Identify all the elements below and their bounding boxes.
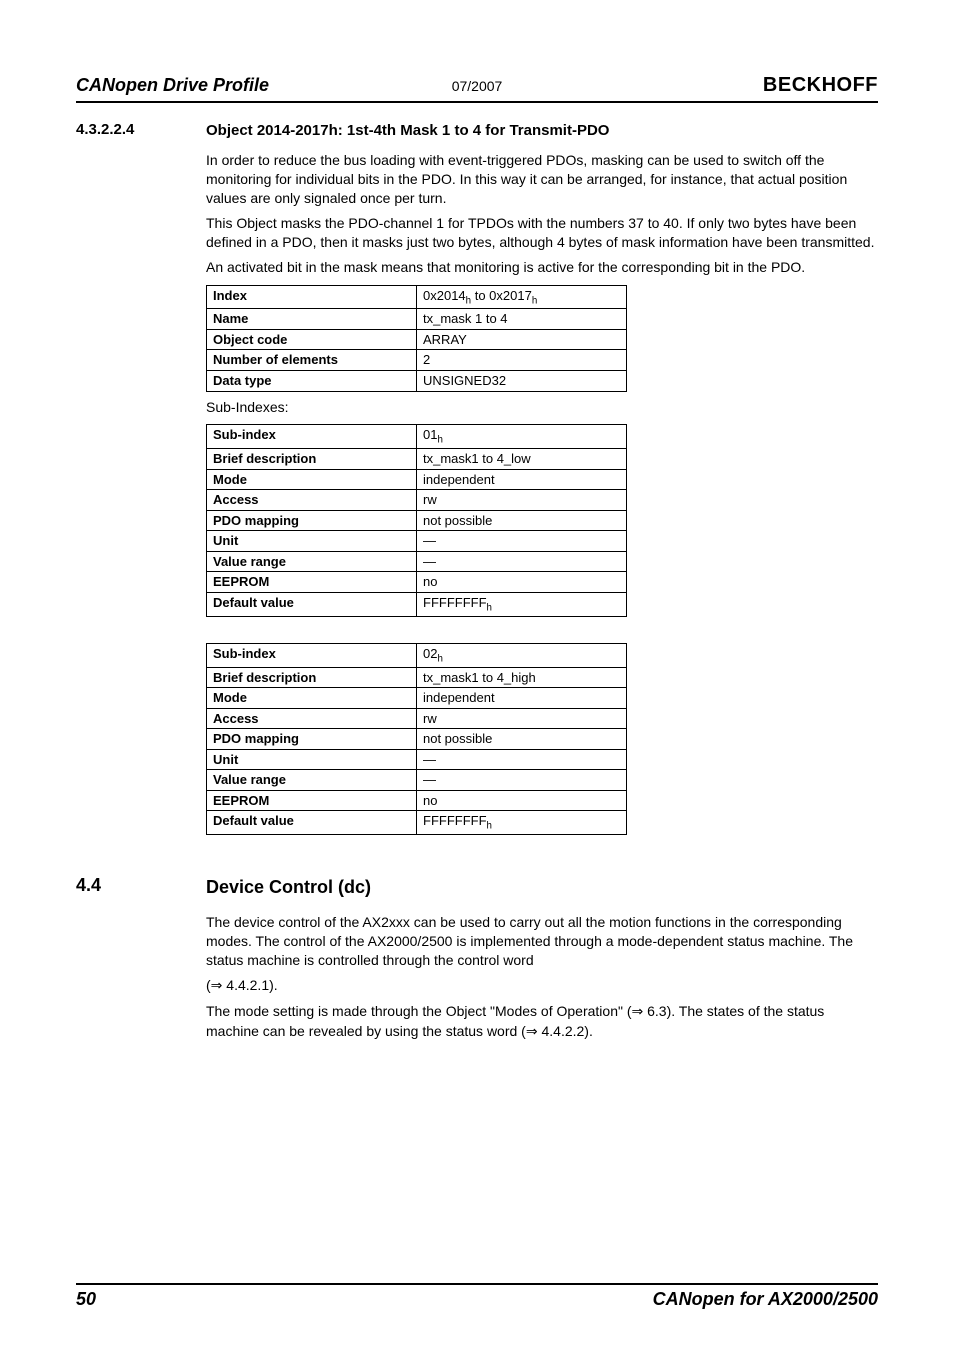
cell-label: Index xyxy=(207,285,417,309)
table-row: PDO mappingnot possible xyxy=(207,729,627,750)
table-row: Default valueFFFFFFFFh xyxy=(207,593,627,617)
table-row: Index 0x2014h to 0x2017h xyxy=(207,285,627,309)
arrow-icon: ⇒ xyxy=(211,978,223,994)
arrow-icon: ⇒ xyxy=(632,1004,644,1020)
table-row: Number of elements 2 xyxy=(207,350,627,371)
table-row: EEPROMno xyxy=(207,572,627,593)
table-row: PDO mappingnot possible xyxy=(207,510,627,531)
cell-value: UNSIGNED32 xyxy=(417,370,627,391)
table-row: Brief descriptiontx_mask1 to 4_high xyxy=(207,667,627,688)
table-row: EEPROMno xyxy=(207,790,627,811)
cell-value: ARRAY xyxy=(417,329,627,350)
section-number-44: 4.4 xyxy=(76,875,206,1048)
table-row: Value range— xyxy=(207,551,627,572)
paragraph: An activated bit in the mask means that … xyxy=(206,258,878,277)
table-row: Object code ARRAY xyxy=(207,329,627,350)
arrow-icon: ⇒ xyxy=(526,1024,538,1040)
table-row: Modeindependent xyxy=(207,688,627,709)
table-row: Value range— xyxy=(207,770,627,791)
table-row: Unit— xyxy=(207,531,627,552)
table-row: Accessrw xyxy=(207,708,627,729)
table-row: Sub-index02h xyxy=(207,643,627,667)
subindex-01-table: Sub-index01h Brief descriptiontx_mask1 t… xyxy=(206,424,627,616)
table-row: Name tx_mask 1 to 4 xyxy=(207,309,627,330)
footer-right: CANopen for AX2000/2500 xyxy=(653,1289,878,1310)
table-row: Data type UNSIGNED32 xyxy=(207,370,627,391)
footer-rule xyxy=(76,1283,878,1285)
paragraph: In order to reduce the bus loading with … xyxy=(206,151,878,208)
cell-label: Data type xyxy=(207,370,417,391)
page-header: CANopen Drive Profile 07/2007 BECKHOFF xyxy=(76,74,878,103)
cell-label: Name xyxy=(207,309,417,330)
page-footer: 50 CANopen for AX2000/2500 xyxy=(76,1279,878,1310)
section-title-44: Device Control (dc) xyxy=(206,875,878,899)
sub-indexes-label: Sub-Indexes: xyxy=(206,398,878,417)
cell-label: Number of elements xyxy=(207,350,417,371)
table-row: Sub-index01h xyxy=(207,425,627,449)
cell-value: tx_mask 1 to 4 xyxy=(417,309,627,330)
table-row: Default valueFFFFFFFFh xyxy=(207,811,627,835)
paragraph: The device control of the AX2xxx can be … xyxy=(206,913,878,970)
paragraph: The mode setting is made through the Obj… xyxy=(206,1002,878,1042)
header-date: 07/2007 xyxy=(422,78,533,94)
cell-value: 2 xyxy=(417,350,627,371)
paragraph: (⇒ 4.4.2.1). xyxy=(206,976,878,996)
section-number-43224: 4.3.2.2.4 xyxy=(76,121,206,835)
object-summary-table: Index 0x2014h to 0x2017h Name tx_mask 1 … xyxy=(206,285,627,392)
header-left: CANopen Drive Profile xyxy=(76,75,422,96)
section-title-43224: Object 2014-2017h: 1st-4th Mask 1 to 4 f… xyxy=(206,121,878,141)
table-row: Accessrw xyxy=(207,490,627,511)
page-number: 50 xyxy=(76,1289,96,1310)
table-row: Brief descriptiontx_mask1 to 4_low xyxy=(207,449,627,470)
cell-value: 0x2014h to 0x2017h xyxy=(417,285,627,309)
subindex-02-table: Sub-index02h Brief descriptiontx_mask1 t… xyxy=(206,643,627,835)
table-row: Modeindependent xyxy=(207,469,627,490)
paragraph: This Object masks the PDO-channel 1 for … xyxy=(206,214,878,252)
table-row: Unit— xyxy=(207,749,627,770)
header-brand: BECKHOFF xyxy=(532,74,878,97)
cell-label: Object code xyxy=(207,329,417,350)
